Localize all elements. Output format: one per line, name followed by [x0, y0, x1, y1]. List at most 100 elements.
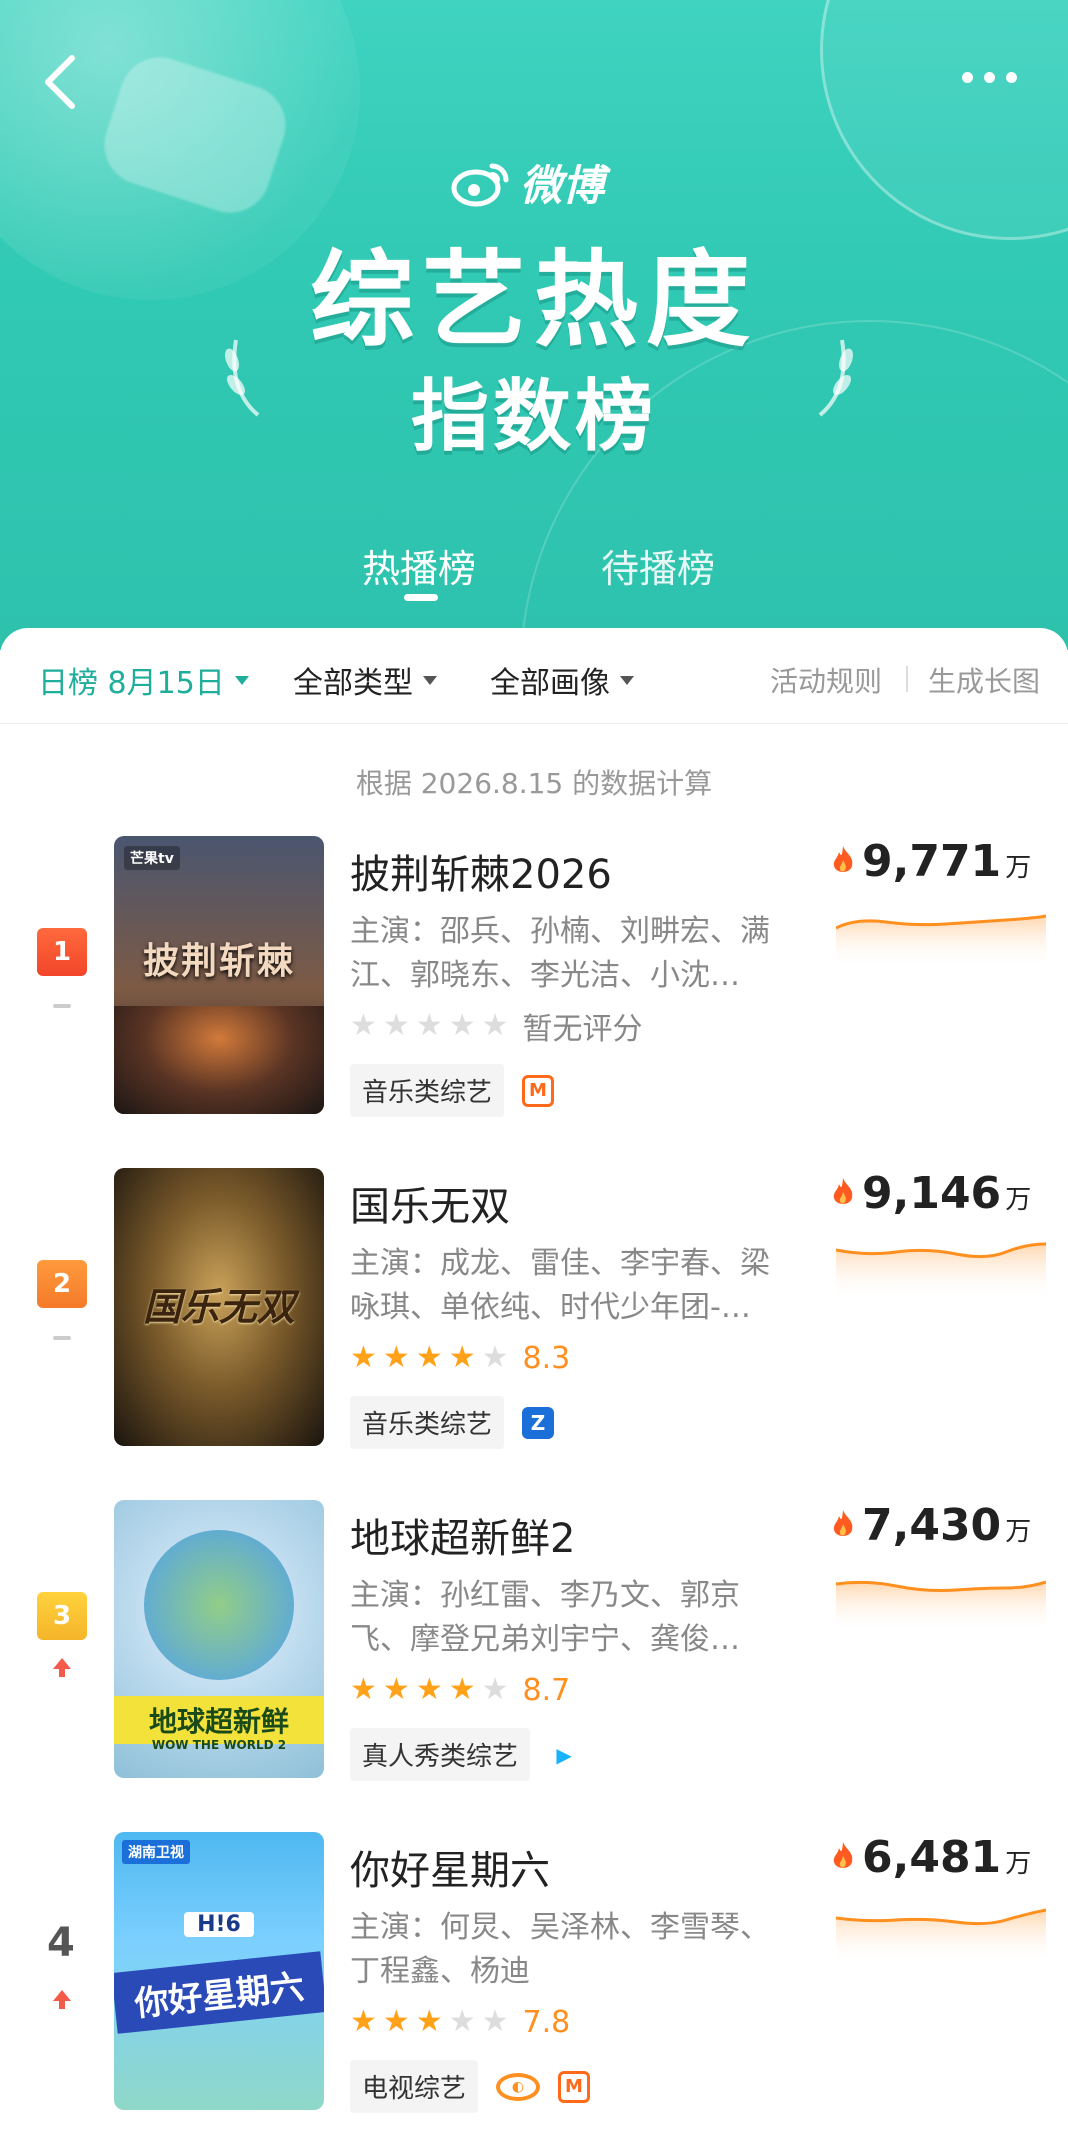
score: 8.7	[522, 1672, 571, 1708]
tencent-video-icon: ▶	[548, 1738, 581, 1771]
rating-row: ★ ★ ★ ★ ★ 8.3	[350, 1340, 570, 1376]
rank-badge: 3	[37, 1592, 87, 1640]
genre-tag: 音乐类综艺	[350, 1064, 505, 1117]
star-icon: ★	[382, 1340, 410, 1375]
heat-trend-sparkline	[836, 1580, 1046, 1632]
zhejiang-tv-icon: Z	[522, 1406, 555, 1439]
show-poster[interactable]: 芒果tv 披荆斩棘	[114, 836, 324, 1114]
poster-title: 国乐无双	[142, 1285, 295, 1329]
show-cast: 主演：何炅、吴泽林、李雪琴、丁程鑫、杨迪	[350, 1910, 770, 1989]
rating-row: ★ ★ ★ ★ ★ 7.8	[350, 2004, 570, 2040]
star-icon: ★	[481, 1672, 509, 1707]
star-icon: ★	[481, 1340, 509, 1375]
heat-index: 9,771 万	[833, 836, 1032, 887]
heat-trend-sparkline	[836, 1242, 1046, 1300]
poster-badge: H!6	[184, 1912, 254, 1937]
poster-title: 披荆斩棘	[142, 941, 295, 982]
filter-bar: 日榜 8月15日 全部类型 全部画像 活动规则 生成长图	[0, 628, 1068, 724]
star-icon: ★	[415, 2004, 443, 2039]
tab-upcoming[interactable]: 待播榜	[601, 538, 715, 593]
trend-flat-icon	[53, 1004, 71, 1008]
caret-down-icon	[234, 675, 249, 685]
heat-value: 9,771	[862, 836, 1002, 887]
tag-row: 音乐类综艺 Z	[350, 1396, 555, 1449]
show-cast: 主演：孙红雷、李乃文、郭京飞、摩登兄弟刘宇宁、龚俊…	[350, 1578, 740, 1657]
tag-row: 电视综艺 ◐ M	[350, 2060, 591, 2113]
poster-art	[144, 1530, 294, 1680]
poster-art	[114, 1006, 324, 1114]
poster-subtitle: WOW THE WORLD 2	[151, 1738, 287, 1752]
caret-down-icon	[620, 675, 634, 685]
type-filter-label: 全部类型	[293, 666, 413, 701]
heat-index: 7,430 万	[833, 1500, 1032, 1551]
mango-tv-icon: M	[558, 2070, 591, 2103]
star-icon: ★	[382, 1008, 410, 1043]
trend-up-icon	[53, 1990, 71, 2009]
tab-hot-playing[interactable]: 热播榜	[362, 538, 476, 593]
poster-brand: 芒果tv	[124, 846, 180, 870]
star-icon: ★	[448, 2004, 476, 2039]
show-title[interactable]: 你好星期六	[350, 1838, 550, 1896]
heat-unit: 万	[1005, 853, 1032, 883]
tab-bar: 热播榜 待播榜	[0, 538, 1068, 608]
star-icon: ★	[350, 1008, 377, 1043]
weibo-logo-icon	[451, 163, 509, 206]
heat-index: 6,481 万	[833, 1832, 1032, 1883]
mango-tv-icon: M	[522, 1074, 555, 1107]
date-filter-dropdown[interactable]: 日榜 8月15日	[38, 658, 249, 702]
star-icon: ★	[350, 2004, 377, 2039]
heat-unit: 万	[1005, 1517, 1032, 1547]
ranking-item[interactable]: 3 地球超新鲜 WOW THE WORLD 2 地球超新鲜2 主演：孙红雷、李乃…	[0, 1500, 1068, 1790]
tab-indicator	[404, 594, 438, 601]
poster-brand: 湖南卫视	[122, 1840, 190, 1864]
star-icon: ★	[415, 1008, 443, 1043]
star-icon: ★	[350, 1340, 377, 1375]
activity-rules-link[interactable]: 活动规则	[770, 660, 882, 700]
tag-row: 真人秀类综艺 ▶	[350, 1728, 581, 1781]
show-title[interactable]: 地球超新鲜2	[350, 1506, 575, 1564]
audience-filter-dropdown[interactable]: 全部画像	[490, 658, 634, 702]
show-poster[interactable]: 国乐无双	[114, 1168, 324, 1446]
heat-value: 7,430	[862, 1500, 1002, 1551]
poster-title: 地球超新鲜	[114, 1696, 324, 1744]
show-title[interactable]: 国乐无双	[350, 1174, 510, 1232]
ranking-item[interactable]: 1 芒果tv 披荆斩棘 披荆斩棘2026 主演：邵兵、孙楠、刘畊宏、满江、郭晓东…	[0, 836, 1068, 1126]
back-icon[interactable]	[38, 52, 88, 112]
ranking-item[interactable]: 4 湖南卫视 H!6 你好星期六 你好星期六 主演：何炅、吴泽林、李雪琴、丁程鑫…	[0, 1832, 1068, 2122]
more-options-icon[interactable]	[962, 62, 1032, 92]
generate-image-link[interactable]: 生成长图	[928, 660, 1040, 700]
show-title[interactable]: 披荆斩棘2026	[350, 842, 612, 900]
fire-icon	[833, 1842, 853, 1868]
show-cast: 主演：邵兵、孙楠、刘畊宏、满江、郭晓东、李光洁、小沈…	[350, 914, 770, 993]
show-poster[interactable]: 湖南卫视 H!6 你好星期六	[114, 1832, 324, 2110]
decoration	[820, 0, 1068, 240]
poster-title: 你好星期六	[114, 1951, 324, 2034]
trend-flat-icon	[53, 1336, 71, 1340]
page-subtitle: 指数榜	[410, 372, 657, 462]
ranking-item[interactable]: 2 国乐无双 国乐无双 主演：成龙、雷佳、李宇春、梁咏琪、单依纯、时代少年团-……	[0, 1168, 1068, 1458]
type-filter-dropdown[interactable]: 全部类型	[293, 658, 437, 702]
rank-badge: 1	[37, 928, 87, 976]
genre-tag: 电视综艺	[350, 2060, 479, 2113]
score: 暂无评分	[522, 1012, 643, 1047]
calculation-note: 根据 2026.8.15 的数据计算	[355, 767, 713, 800]
heat-unit: 万	[1005, 1849, 1032, 1879]
heat-unit: 万	[1005, 1185, 1032, 1215]
heat-value: 9,146	[862, 1168, 1002, 1219]
score: 7.8	[522, 2004, 571, 2040]
brand-name: 微博	[520, 161, 605, 210]
rating-row: ★ ★ ★ ★ ★ 8.7	[350, 1672, 570, 1708]
rank-badge: 2	[37, 1260, 87, 1308]
show-cast: 主演：成龙、雷佳、李宇春、梁咏琪、单依纯、时代少年团-…	[350, 1246, 770, 1325]
heat-trend-sparkline	[836, 1908, 1046, 1964]
caret-down-icon	[423, 675, 437, 685]
tag-row: 音乐类综艺 M	[350, 1064, 555, 1117]
star-icon: ★	[382, 1672, 410, 1707]
star-icon: ★	[481, 2004, 509, 2039]
star-icon: ★	[448, 1672, 476, 1707]
fire-icon	[833, 846, 853, 872]
star-icon: ★	[481, 1008, 509, 1043]
rating-row: ★ ★ ★ ★ ★ 暂无评分	[350, 1008, 643, 1048]
show-poster[interactable]: 地球超新鲜 WOW THE WORLD 2	[114, 1500, 324, 1778]
header-banner: 微博 综艺热度 指数榜 热播榜 待播榜	[0, 0, 1068, 650]
